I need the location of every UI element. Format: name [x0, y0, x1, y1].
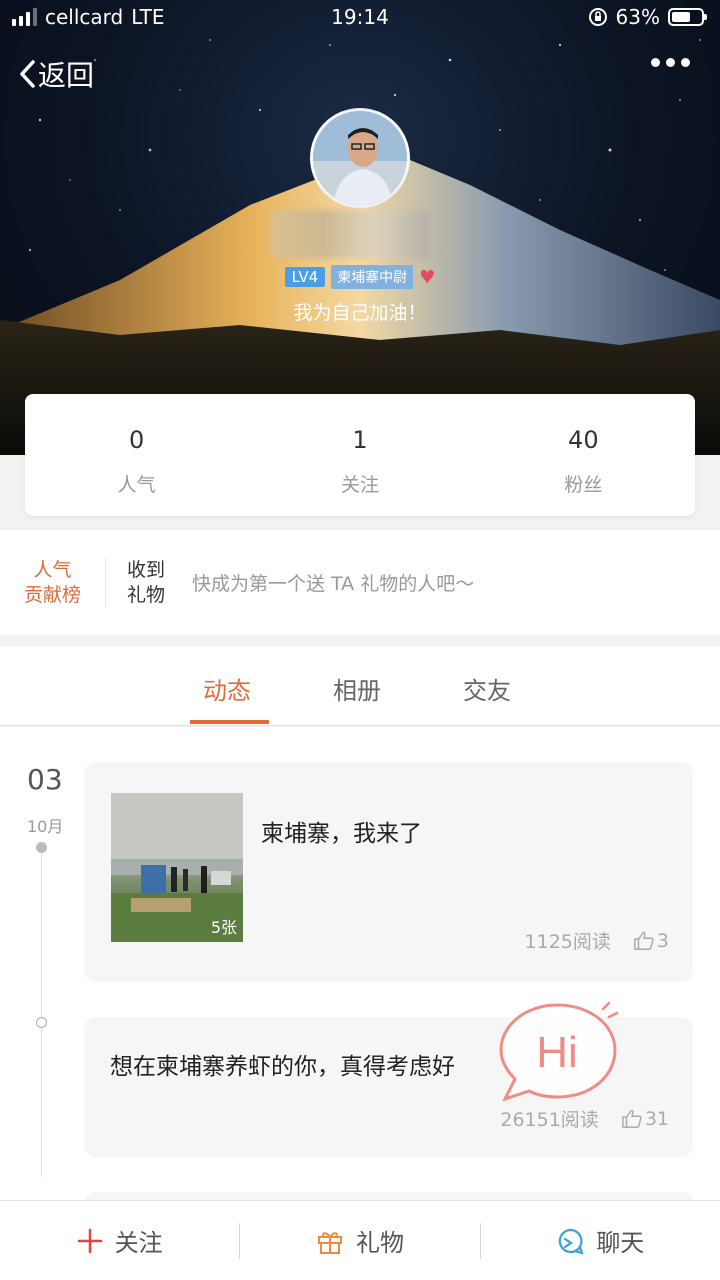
- read-count: 1125阅读: [524, 931, 611, 953]
- tab-friends[interactable]: 交友: [463, 671, 511, 706]
- stats-card: 0 人气 1 关注 40 粉丝: [25, 394, 695, 516]
- received-line2: 礼物: [126, 583, 165, 606]
- plus-icon: [77, 1228, 102, 1253]
- like-button[interactable]: 31: [621, 1108, 669, 1130]
- tab-moments[interactable]: 动态: [203, 671, 251, 706]
- gift-label: 礼物: [355, 1229, 404, 1257]
- user-badges: LV4 柬埔寨中尉 ♥: [0, 265, 720, 289]
- heart-location-icon: ♥: [419, 266, 436, 288]
- post-meta: 26151阅读 31: [500, 1105, 669, 1132]
- stat-label: 人气: [117, 474, 156, 496]
- avatar[interactable]: [310, 108, 410, 208]
- photo-count: 5张: [210, 918, 237, 937]
- more-dot-icon: [681, 58, 690, 67]
- thumbs-up-icon: [621, 1109, 642, 1128]
- hi-greeting-button[interactable]: Hi: [495, 995, 625, 1105]
- more-dot-icon: [666, 58, 675, 67]
- battery-icon: [668, 8, 707, 26]
- gift-icon: [317, 1231, 342, 1254]
- rank-title-badge: 柬埔寨中尉: [331, 265, 414, 289]
- received-line1: 收到: [126, 558, 165, 581]
- back-button[interactable]: 返回: [18, 54, 94, 94]
- user-signature: 我为自己加油！: [293, 302, 427, 324]
- status-bar: cellcard LTE 19:14 63%: [0, 0, 720, 34]
- post-thumbnail[interactable]: 5张: [111, 793, 243, 942]
- battery-percent: 63%: [615, 5, 660, 29]
- like-button[interactable]: 3: [633, 930, 669, 952]
- status-right: 63%: [588, 5, 707, 29]
- stat-following[interactable]: 1 关注: [248, 394, 471, 516]
- post-text: 想在柬埔寨养虾的你，真得考虑好: [110, 1054, 455, 1080]
- stat-value: 0: [129, 426, 145, 454]
- read-count: 26151阅读: [500, 1109, 599, 1131]
- contribution-ranking[interactable]: 人气 贡献榜: [0, 557, 106, 608]
- timeline-dot: [36, 842, 47, 853]
- timeline-line: [41, 847, 42, 1177]
- profile-tabs: 动态 相册 交友: [0, 647, 720, 726]
- chevron-left-icon: [20, 60, 35, 88]
- more-button[interactable]: [651, 58, 690, 67]
- hi-label: Hi: [536, 1028, 578, 1077]
- post-date-month: 10月: [27, 817, 64, 836]
- follow-label: 关注: [114, 1229, 163, 1257]
- gift-section[interactable]: 人气 贡献榜 收到 礼物 快成为第一个送 TA 礼物的人吧～: [0, 530, 720, 635]
- stat-label: 粉丝: [564, 474, 603, 496]
- gift-button[interactable]: 礼物: [240, 1223, 479, 1258]
- chat-icon: [559, 1228, 585, 1255]
- stat-value: 40: [568, 426, 599, 454]
- level-badge: LV4: [284, 267, 326, 287]
- rotation-lock-icon: [588, 8, 607, 26]
- post-text: 柬埔寨，我来了: [261, 821, 422, 847]
- back-label: 返回: [38, 59, 95, 92]
- stat-popularity[interactable]: 0 人气: [25, 394, 248, 516]
- post-card[interactable]: 5张 柬埔寨，我来了 1125阅读 3: [84, 762, 693, 982]
- stat-fans[interactable]: 40 粉丝: [472, 394, 695, 516]
- post-date-day: 03: [27, 763, 63, 796]
- gift-hint: 快成为第一个送 TA 礼物的人吧～: [192, 573, 475, 595]
- received-gifts-label: 收到 礼物: [106, 558, 186, 608]
- post-card[interactable]: [84, 1192, 693, 1200]
- active-tab-indicator: [190, 720, 269, 724]
- follow-button[interactable]: 关注: [0, 1223, 239, 1258]
- post-meta: 1125阅读 3: [525, 927, 669, 954]
- chat-button[interactable]: 聊天: [481, 1223, 720, 1258]
- tab-album[interactable]: 相册: [333, 671, 381, 706]
- timeline-dot: [36, 1017, 47, 1028]
- stat-value: 1: [352, 426, 368, 454]
- like-count: 31: [644, 1107, 669, 1130]
- username-blurred: [270, 210, 430, 258]
- feed-list: 03 10月 5张 柬埔寨，我来了 1125阅读 3 想在柬埔寨养虾的你，真得考…: [0, 727, 720, 1200]
- rank-line2: 贡献榜: [23, 583, 81, 606]
- like-count: 3: [656, 929, 669, 952]
- more-dot-icon: [651, 58, 660, 67]
- nav-bar: 返回: [0, 50, 720, 98]
- rank-line1: 人气: [33, 558, 72, 581]
- stat-label: 关注: [340, 474, 379, 496]
- profile-header: cellcard LTE 19:14 63% 返回 LV4 柬埔寨中尉 ♥ 我为…: [0, 0, 720, 455]
- chat-label: 聊天: [596, 1229, 645, 1257]
- thumbs-up-icon: [634, 931, 654, 950]
- bottom-action-bar: 关注 礼物 聊天: [0, 1200, 720, 1280]
